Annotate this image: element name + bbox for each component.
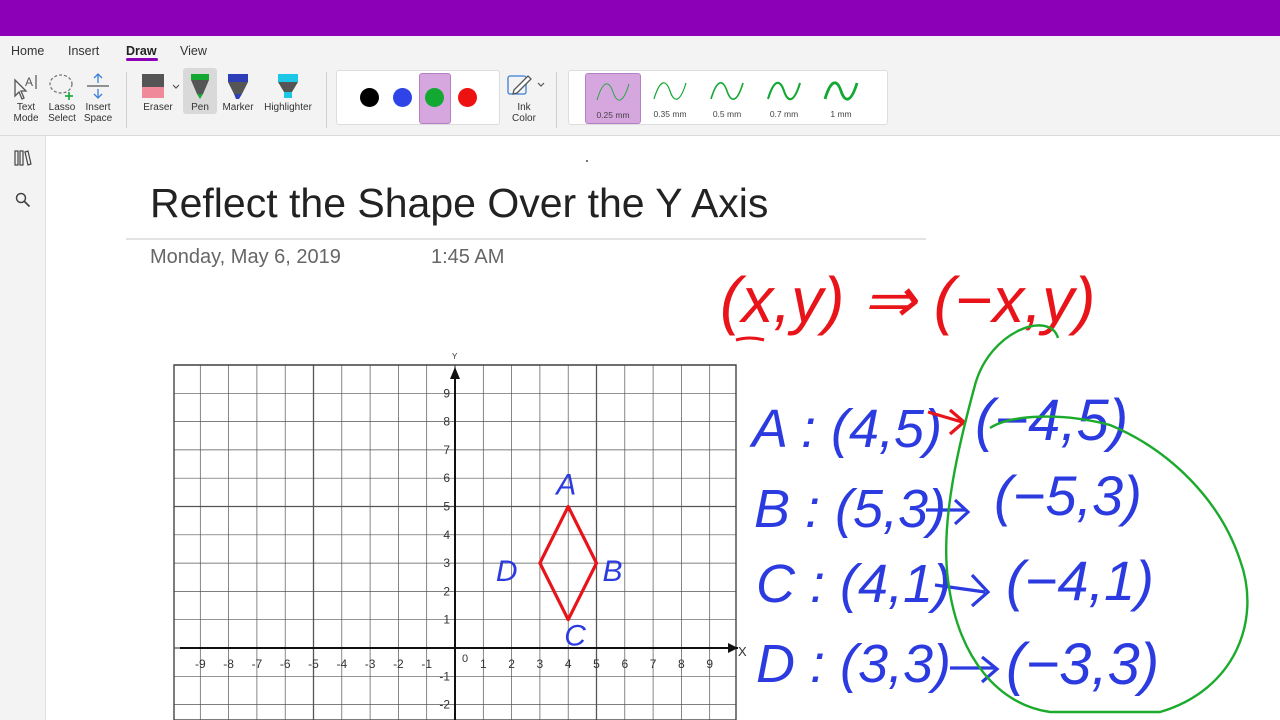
ink-row-a-left: A : (4,5) bbox=[749, 399, 942, 459]
ink-row-b-left: B : (5,3) bbox=[754, 479, 946, 539]
ink-row-b-right: (−5,3) bbox=[994, 464, 1142, 527]
ink-row-a-right: (−4,5) bbox=[975, 388, 1128, 453]
ink-row-c-left: C : (4,1) bbox=[756, 554, 951, 614]
ink-row-d-right: (−3,3) bbox=[1006, 632, 1159, 697]
ink-row-d-left: D : (3,3) bbox=[756, 634, 951, 694]
handwritten-ink: (x,y) ⇒ (−x,y) A : (4,5) (−4,5) B : (5,3… bbox=[720, 264, 1249, 714]
ink-row-c-right: (−4,1) bbox=[1006, 549, 1154, 612]
